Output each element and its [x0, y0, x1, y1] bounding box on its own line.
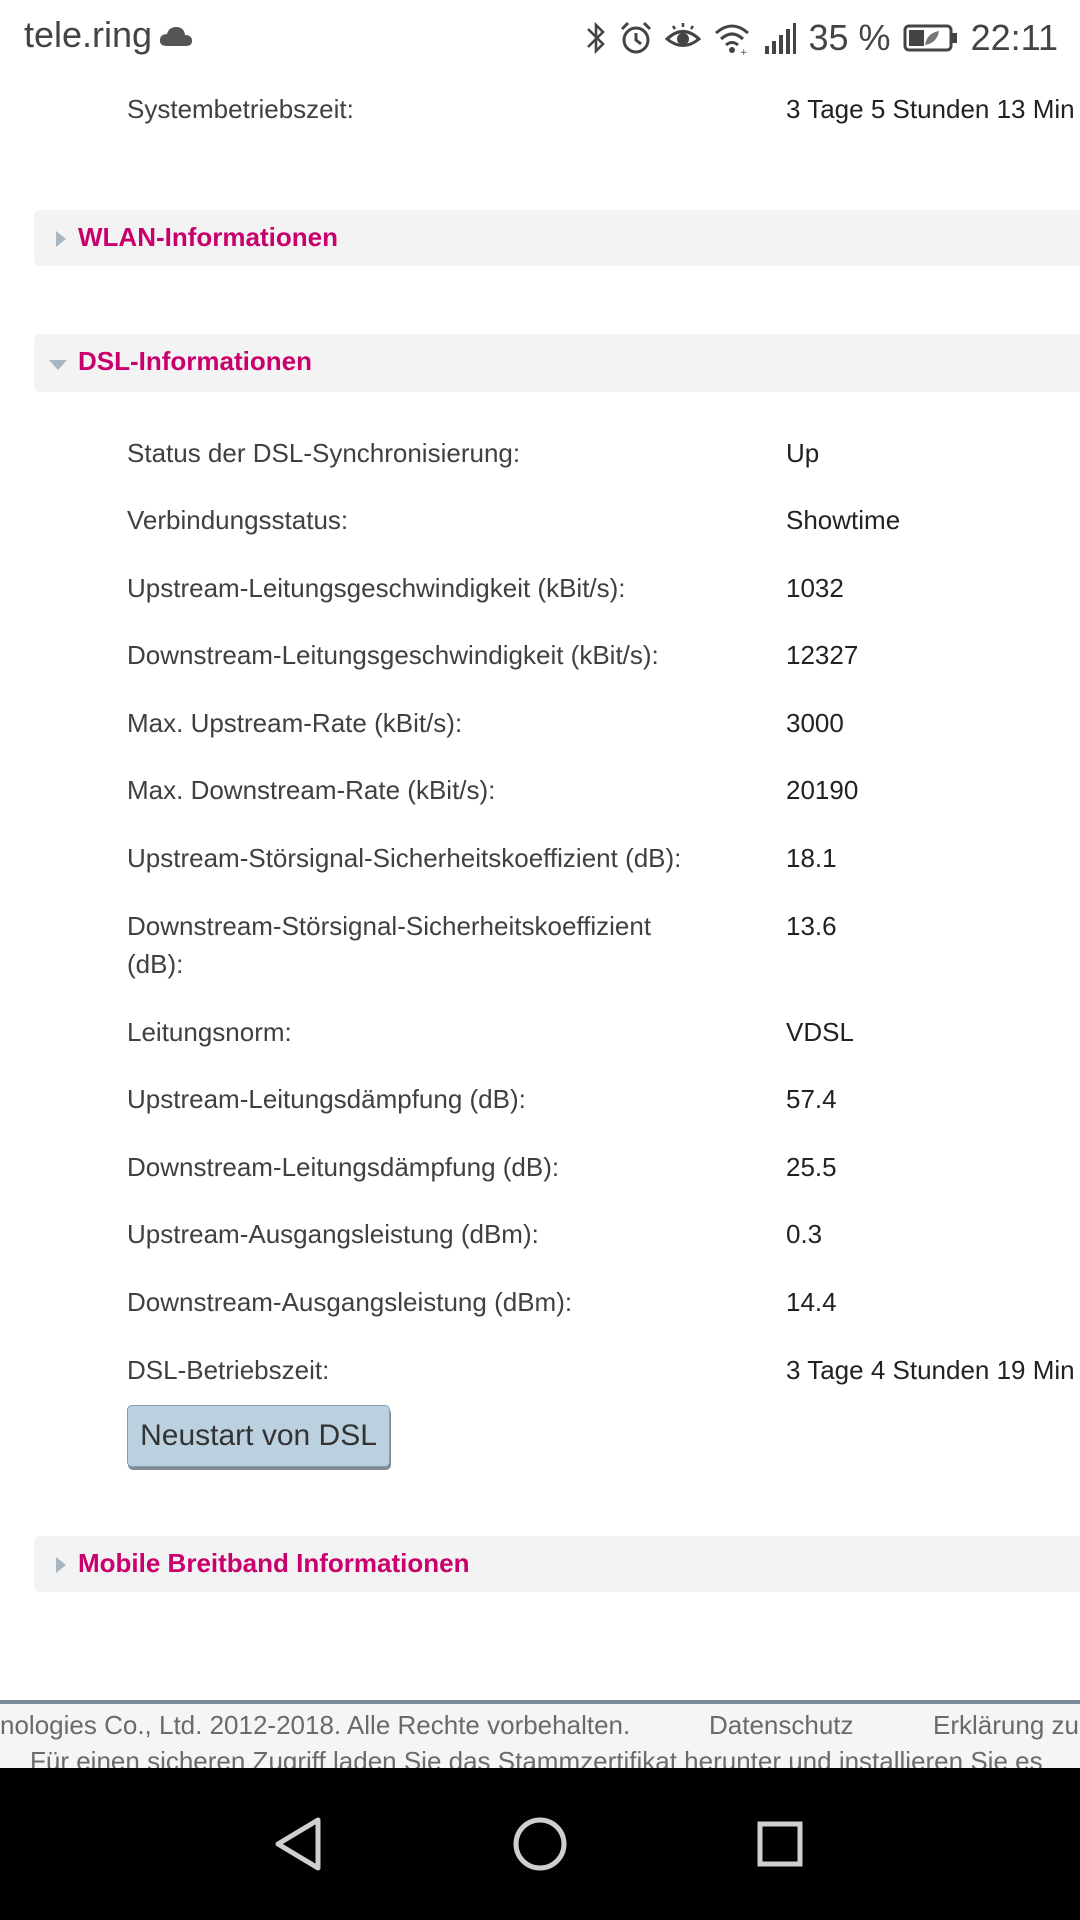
bluetooth-icon — [585, 20, 607, 56]
dsl-row-value: 3000 — [786, 708, 844, 738]
dsl-row-value: 25.5 — [786, 1152, 837, 1182]
section-wlan-header[interactable]: WLAN-Informationen — [34, 210, 1080, 266]
signal-icon — [763, 20, 797, 56]
dsl-row-value: 3 Tage 4 Stunden 19 Min — [786, 1355, 1075, 1385]
footer-divider — [0, 1700, 1080, 1704]
section-dsl-header[interactable]: DSL-Informationen — [34, 334, 1080, 392]
dsl-row-label: Max. Upstream-Rate (kBit/s): — [127, 708, 463, 738]
dsl-row-label-continued: (dB): — [127, 949, 184, 979]
dsl-row-label: Downstream-Ausgangsleistung (dBm): — [127, 1287, 573, 1317]
wifi-icon: + — [713, 20, 751, 56]
dsl-row-label: Status der DSL-Synchronisierung: — [127, 438, 521, 468]
dsl-row-label: Upstream-Leitungsgeschwindigkeit (kBit/s… — [127, 573, 626, 603]
section-mobile-broadband-title: Mobile Breitband Informationen — [78, 1548, 470, 1578]
dsl-row-value: 20190 — [786, 775, 859, 805]
dsl-row-label: Downstream-Leitungsgeschwindigkeit (kBit… — [127, 640, 659, 670]
dsl-row-label: Downstream-Störsignal-Sicherheitskoeffiz… — [127, 911, 652, 941]
clock-time: 22:11 — [970, 17, 1058, 58]
dsl-row-label: Upstream-Ausgangsleistung (dBm): — [127, 1219, 539, 1249]
footer: nologies Co., Ltd. 2012-2018. Alle Recht… — [0, 1700, 1080, 1768]
dsl-row-value: 1032 — [786, 573, 844, 603]
dsl-row-label: Leitungsnorm: — [127, 1017, 292, 1047]
certificate-notice: Für einen sicheren Zugriff laden Sie das… — [30, 1746, 1043, 1768]
dsl-row-value: Showtime — [786, 505, 901, 535]
dsl-row-label: Downstream-Leitungsdämpfung (dB): — [127, 1152, 560, 1182]
back-icon[interactable] — [272, 1812, 328, 1881]
page-content: Systembetriebszeit: 3 Tage 5 Stunden 13 … — [0, 76, 1080, 1696]
dsl-row-label: Max. Downstream-Rate (kBit/s): — [127, 775, 496, 805]
recents-icon[interactable] — [752, 1812, 808, 1881]
system-uptime-label: Systembetriebszeit: — [127, 94, 354, 124]
battery-icon — [903, 23, 959, 53]
status-bar: tele.ring + 35 % 22:11 — [0, 0, 1080, 76]
expand-right-icon — [56, 231, 66, 247]
home-icon[interactable] — [508, 1812, 572, 1881]
cloud-icon — [158, 24, 194, 53]
carrier-name: tele.ring — [24, 14, 153, 55]
dsl-row-value: 14.4 — [786, 1287, 837, 1317]
declaration-link[interactable]: Erklärung zu — [933, 1710, 1079, 1741]
svg-text:+: + — [740, 48, 748, 56]
dsl-row-label: Upstream-Störsignal-Sicherheitskoeffizie… — [127, 843, 682, 873]
copyright-text: nologies Co., Ltd. 2012-2018. Alle Recht… — [0, 1710, 631, 1740]
dsl-row-label: Verbindungsstatus: — [127, 505, 349, 535]
dsl-row-label: DSL-Betriebszeit: — [127, 1355, 330, 1385]
restart-dsl-button[interactable]: Neustart von DSL — [127, 1405, 390, 1467]
dsl-row-value: 13.6 — [786, 911, 837, 941]
section-wlan-title: WLAN-Informationen — [78, 222, 338, 252]
system-uptime-value: 3 Tage 5 Stunden 13 Min — [786, 94, 1075, 124]
eye-icon — [664, 20, 701, 56]
collapse-down-icon — [49, 360, 67, 370]
section-mobile-broadband-header[interactable]: Mobile Breitband Informationen — [34, 1536, 1080, 1592]
dsl-row-value: Up — [786, 438, 820, 468]
section-dsl-title: DSL-Informationen — [78, 346, 312, 376]
navigation-bar — [0, 1768, 1080, 1920]
battery-percent: 35 % — [808, 17, 891, 58]
dsl-row-value: 57.4 — [786, 1084, 837, 1114]
expand-right-icon — [56, 1557, 66, 1573]
dsl-row-label: Upstream-Leitungsdämpfung (dB): — [127, 1084, 526, 1114]
dsl-row-value: VDSL — [786, 1017, 854, 1047]
alarm-icon — [619, 20, 653, 56]
privacy-link[interactable]: Datenschutz — [709, 1710, 854, 1741]
dsl-row-value: 18.1 — [786, 843, 837, 873]
dsl-row-value: 12327 — [786, 640, 859, 670]
dsl-row-value: 0.3 — [786, 1219, 823, 1249]
